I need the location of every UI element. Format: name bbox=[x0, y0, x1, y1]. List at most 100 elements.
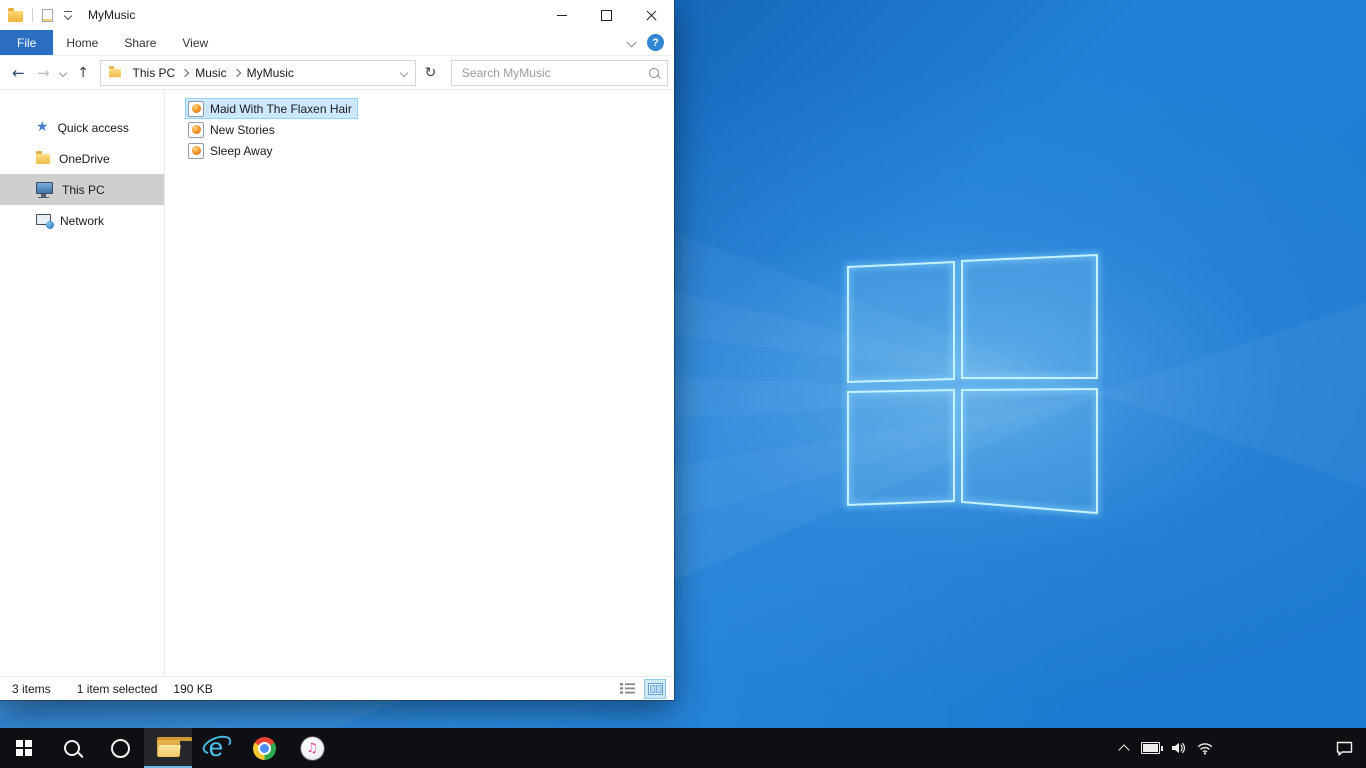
expand-ribbon-chevron-icon[interactable] bbox=[626, 37, 637, 48]
minimize-button[interactable] bbox=[539, 0, 584, 30]
speaker-icon bbox=[1171, 743, 1185, 753]
file-list: Maid With The Flaxen Hair New Stories Sl… bbox=[165, 90, 674, 676]
audio-file-icon bbox=[188, 100, 204, 117]
taskbar-internet-explorer-button[interactable]: e bbox=[192, 728, 240, 768]
sidebar-item-label: This PC bbox=[62, 182, 105, 197]
tab-view[interactable]: View bbox=[169, 30, 221, 55]
details-view-button[interactable] bbox=[616, 679, 638, 699]
taskbar-itunes-button[interactable]: ♫ bbox=[288, 728, 336, 768]
taskbar-search-button[interactable] bbox=[48, 728, 96, 768]
file-name: Maid With The Flaxen Hair bbox=[210, 101, 352, 116]
file-item[interactable]: Sleep Away bbox=[185, 140, 279, 161]
breadcrumb-this-pc[interactable]: This PC bbox=[128, 62, 181, 84]
chevron-down-icon bbox=[399, 68, 409, 77]
sidebar-item-label: OneDrive bbox=[59, 151, 110, 166]
tray-volume-button[interactable] bbox=[1164, 728, 1191, 768]
view-switcher bbox=[616, 678, 666, 699]
tab-share[interactable]: Share bbox=[111, 30, 169, 55]
address-folder-icon bbox=[108, 65, 121, 77]
sidebar-item-label: Network bbox=[60, 213, 105, 228]
chevron-up-icon bbox=[1117, 744, 1130, 756]
breadcrumb-separator-icon bbox=[232, 68, 241, 77]
taskbar-chrome-button[interactable] bbox=[240, 728, 288, 768]
chevron-down-icon bbox=[63, 11, 73, 21]
action-center-button[interactable] bbox=[1322, 728, 1366, 768]
sidebar-item-label: Quick access bbox=[57, 120, 129, 135]
thumbnails-view-icon bbox=[647, 682, 663, 695]
file-name: New Stories bbox=[210, 122, 275, 137]
recent-locations-dropdown[interactable] bbox=[56, 68, 71, 77]
taskbar-file-explorer-button[interactable] bbox=[144, 728, 192, 768]
search-box bbox=[450, 59, 668, 86]
tray-network-button[interactable] bbox=[1191, 728, 1218, 768]
window-body: ★ Quick access OneDrive This PC Network bbox=[0, 90, 674, 676]
close-icon bbox=[645, 9, 658, 22]
search-input[interactable] bbox=[459, 64, 643, 81]
window-controls bbox=[539, 0, 674, 30]
wifi-icon bbox=[1197, 743, 1212, 755]
thumbnails-view-button[interactable] bbox=[644, 678, 666, 699]
windows-logo-icon bbox=[16, 740, 32, 756]
onedrive-icon bbox=[36, 150, 50, 164]
navigation-toolbar: ← → ↑ This PC Music MyMusic ↻ bbox=[0, 56, 674, 90]
title-bar: MyMusic bbox=[0, 0, 674, 30]
breadcrumb-separator-icon bbox=[180, 68, 190, 77]
ribbon-tab-row: File Home Share View ? bbox=[0, 30, 674, 56]
quick-access-star-icon: ★ bbox=[36, 118, 49, 135]
breadcrumb-mymusic[interactable]: MyMusic bbox=[242, 62, 299, 84]
tray-show-hidden-icons-button[interactable] bbox=[1110, 728, 1137, 768]
file-explorer-icon bbox=[156, 736, 192, 757]
up-icon: ↑ bbox=[77, 64, 89, 81]
chrome-icon bbox=[252, 736, 276, 760]
window-title: MyMusic bbox=[88, 8, 136, 22]
qat-separator bbox=[32, 8, 33, 22]
maximize-button[interactable] bbox=[584, 0, 629, 30]
tab-file[interactable]: File bbox=[0, 30, 54, 55]
back-icon: ← bbox=[12, 63, 25, 82]
battery-icon bbox=[1141, 742, 1163, 754]
sidebar-item-quick-access[interactable]: ★ Quick access bbox=[0, 112, 164, 143]
qat-customize-button[interactable] bbox=[62, 9, 74, 21]
ie-letter: e bbox=[208, 732, 224, 763]
internet-explorer-icon: e bbox=[202, 734, 230, 762]
file-name: Sleep Away bbox=[210, 143, 273, 158]
quick-access-toolbar bbox=[8, 7, 74, 22]
forward-button[interactable]: → bbox=[31, 60, 56, 85]
action-center-icon bbox=[1336, 741, 1352, 756]
network-icon bbox=[36, 213, 54, 229]
refresh-icon: ↻ bbox=[424, 64, 437, 81]
status-bar: 3 items 1 item selected 190 KB bbox=[0, 676, 674, 700]
tab-home[interactable]: Home bbox=[53, 30, 111, 55]
address-bar[interactable]: This PC Music MyMusic bbox=[99, 59, 417, 86]
breadcrumb-music[interactable]: Music bbox=[190, 62, 231, 84]
tray-battery-button[interactable] bbox=[1137, 728, 1164, 768]
taskbar-cortana-button[interactable] bbox=[96, 728, 144, 768]
refresh-button[interactable]: ↻ bbox=[418, 60, 443, 85]
status-selection-size: 190 KB bbox=[173, 681, 213, 696]
back-button[interactable]: ← bbox=[6, 60, 31, 85]
music-note-icon: ♫ bbox=[306, 740, 318, 756]
desktop: MyMusic File Home Share View ? ← → ↑ Thi… bbox=[0, 0, 1366, 768]
navigation-pane: ★ Quick access OneDrive This PC Network bbox=[0, 90, 165, 676]
search-icon[interactable] bbox=[648, 67, 659, 78]
system-tray bbox=[1110, 728, 1366, 768]
window-folder-icon[interactable] bbox=[8, 7, 23, 22]
sidebar-item-onedrive[interactable]: OneDrive bbox=[0, 143, 164, 174]
file-explorer-window: MyMusic File Home Share View ? ← → ↑ Thi… bbox=[0, 0, 675, 701]
search-icon bbox=[64, 740, 80, 756]
qat-properties-icon[interactable] bbox=[42, 8, 53, 22]
audio-file-icon bbox=[188, 121, 204, 138]
status-selection: 1 item selected bbox=[76, 681, 158, 696]
close-button[interactable] bbox=[629, 0, 674, 30]
sidebar-item-network[interactable]: Network bbox=[0, 205, 164, 236]
file-item[interactable]: New Stories bbox=[185, 119, 281, 140]
file-item[interactable]: Maid With The Flaxen Hair bbox=[185, 98, 358, 119]
address-dropdown-button[interactable] bbox=[393, 61, 415, 85]
start-button[interactable] bbox=[0, 728, 48, 768]
up-button[interactable]: ↑ bbox=[71, 60, 96, 85]
itunes-icon: ♫ bbox=[300, 736, 324, 760]
ribbon-right-controls: ? bbox=[626, 30, 674, 55]
sidebar-item-this-pc[interactable]: This PC bbox=[0, 174, 164, 205]
help-button[interactable]: ? bbox=[647, 34, 664, 51]
forward-icon: → bbox=[37, 63, 50, 82]
